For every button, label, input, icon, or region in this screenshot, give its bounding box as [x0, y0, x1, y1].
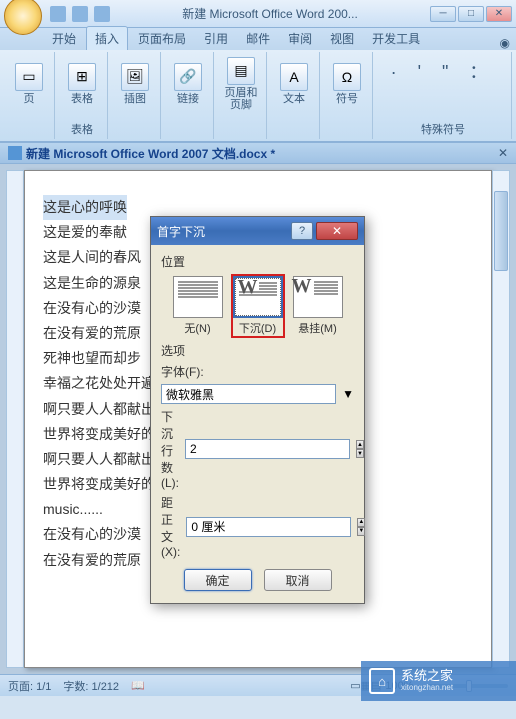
position-margin[interactable]: W 悬挂(M) — [291, 274, 345, 338]
special-group-label: 特殊符号 — [421, 121, 465, 137]
position-label: 位置 — [161, 253, 354, 270]
symbol-button[interactable]: Ω 符号 — [328, 54, 366, 114]
document-name: 新建 Microsoft Office Word 2007 文档.docx * — [26, 145, 498, 162]
tab-references[interactable]: 引用 — [196, 27, 236, 50]
watermark-icon: ⌂ — [369, 668, 395, 694]
links-button[interactable]: 🔗 链接 — [169, 54, 207, 114]
lines-up-icon[interactable]: ▲ — [356, 440, 364, 449]
doc-icon — [8, 146, 22, 160]
lines-input[interactable] — [185, 439, 350, 459]
close-button[interactable]: ✕ — [486, 6, 512, 22]
tab-insert[interactable]: 插入 — [86, 26, 128, 50]
tab-layout[interactable]: 页面布局 — [130, 27, 194, 50]
font-label: 字体(F): — [161, 363, 239, 380]
options-label: 选项 — [161, 342, 354, 359]
help-icon[interactable]: ◉ — [500, 36, 510, 50]
doc-close-icon[interactable]: ✕ — [498, 146, 508, 160]
office-button[interactable] — [4, 0, 42, 35]
omega-icon: Ω — [333, 63, 361, 91]
table-icon: ⊞ — [68, 63, 96, 91]
watermark: ⌂ 系统之家 xitongzhan.net — [361, 661, 516, 701]
position-dropped[interactable]: W 下沉(D) — [231, 274, 285, 338]
illustration-button[interactable]: 🖼 插图 — [116, 54, 154, 114]
page-icon: ▭ — [15, 63, 43, 91]
dialog-title: 首字下沉 — [157, 223, 291, 240]
dialog-close-button[interactable]: ✕ — [316, 222, 358, 240]
distance-input[interactable] — [186, 517, 351, 537]
status-lang-icon[interactable]: 📖 — [131, 679, 145, 692]
status-words[interactable]: 字数: 1/212 — [63, 678, 119, 694]
header-icon: ▤ — [227, 57, 255, 85]
dialog-help-button[interactable]: ? — [291, 222, 313, 240]
cancel-button[interactable]: 取消 — [264, 569, 332, 591]
lines-label: 下沉行数(L): — [161, 408, 179, 490]
text-icon: A — [280, 63, 308, 91]
special-chars[interactable]: · ' " ： — [387, 54, 500, 88]
position-none[interactable]: 无(N) — [171, 274, 225, 338]
vertical-scrollbar[interactable] — [492, 170, 510, 668]
status-page[interactable]: 页面: 1/1 — [8, 678, 51, 694]
window-title: 新建 Microsoft Office Word 200... — [110, 5, 430, 22]
tab-home[interactable]: 开始 — [44, 27, 84, 50]
tab-mail[interactable]: 邮件 — [238, 27, 278, 50]
distance-label: 距正文(X): — [161, 494, 180, 559]
qat-save-icon[interactable] — [50, 6, 66, 22]
tab-view[interactable]: 视图 — [322, 27, 362, 50]
tab-dev[interactable]: 开发工具 — [364, 27, 428, 50]
link-icon: 🔗 — [174, 63, 202, 91]
table-button[interactable]: ⊞ 表格 — [63, 54, 101, 114]
text-button[interactable]: A 文本 — [275, 54, 313, 114]
doc-line[interactable]: 这是心的呼唤 — [43, 195, 127, 220]
distance-down-icon[interactable]: ▼ — [357, 527, 365, 536]
header-footer-button[interactable]: ▤ 页眉和页脚 — [222, 54, 260, 114]
qat-undo-icon[interactable] — [72, 6, 88, 22]
scroll-thumb[interactable] — [494, 191, 508, 271]
drop-cap-dialog: 首字下沉 ? ✕ 位置 无(N) W 下沉(D) W — [150, 216, 365, 604]
picture-icon: 🖼 — [121, 63, 149, 91]
tab-review[interactable]: 审阅 — [280, 27, 320, 50]
ok-button[interactable]: 确定 — [184, 569, 252, 591]
lines-down-icon[interactable]: ▼ — [356, 449, 364, 458]
distance-up-icon[interactable]: ▲ — [357, 518, 365, 527]
table-group-label: 表格 — [71, 121, 93, 137]
qat-redo-icon[interactable] — [94, 6, 110, 22]
font-select[interactable] — [161, 384, 336, 404]
page-button[interactable]: ▭ 页 — [10, 54, 48, 114]
vertical-ruler — [6, 170, 24, 668]
maximize-button[interactable]: □ — [458, 6, 484, 22]
minimize-button[interactable]: ─ — [430, 6, 456, 22]
dropdown-icon[interactable]: ▼ — [342, 387, 354, 401]
